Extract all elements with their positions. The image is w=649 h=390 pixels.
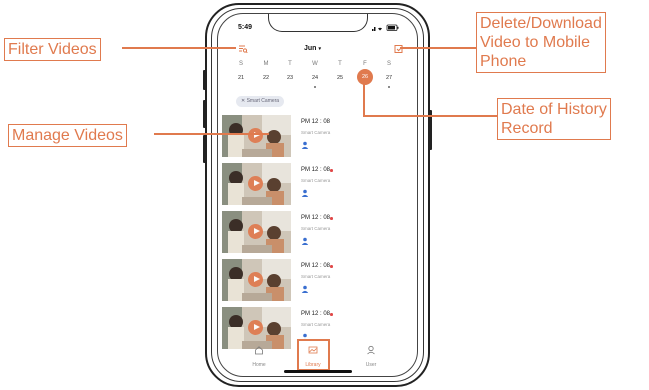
status-time: 5:49 <box>238 24 253 31</box>
record-camera-name: Smart Camera <box>301 226 331 231</box>
month-selector[interactable]: Jun ▾ <box>304 45 321 52</box>
video-thumbnail[interactable] <box>222 115 291 157</box>
weekday-label: F <box>363 61 367 67</box>
side-button <box>203 100 206 128</box>
filter-videos-icon[interactable] <box>238 44 248 54</box>
leader-line-manage <box>154 133 269 135</box>
calendar-day[interactable]: 24 <box>307 75 323 81</box>
video-list-item[interactable]: PM 12 : 08 Smart Camera <box>218 211 417 253</box>
weekday-label: S <box>238 61 243 67</box>
person-icon <box>301 237 309 245</box>
tab-library[interactable]: Library <box>288 342 338 368</box>
weekday-label: W <box>312 61 318 67</box>
leader-line-delete <box>400 47 476 49</box>
wifi-icon <box>378 27 382 31</box>
calendar-day[interactable]: 22 <box>258 75 274 81</box>
tab-home-label: Home <box>252 362 266 368</box>
person-icon <box>301 189 309 197</box>
video-thumbnail[interactable] <box>222 163 291 205</box>
tab-library-label: Library <box>305 362 321 368</box>
play-icon[interactable] <box>248 224 263 239</box>
unread-dot <box>330 169 333 172</box>
callout-delete-text-2: Video to Mobile <box>480 34 590 51</box>
video-list-item[interactable]: PM 12 : 08 Smart Camera <box>218 115 417 157</box>
battery-icon <box>386 24 399 31</box>
calendar-day[interactable]: 21 <box>233 75 249 81</box>
callout-date-text-2: Record <box>501 120 553 137</box>
person-icon <box>301 141 309 149</box>
callout-filter-text: Filter Videos <box>8 41 97 58</box>
unread-dot <box>330 217 333 220</box>
weekday-label: M <box>263 61 269 67</box>
record-camera-name: Smart Camera <box>301 178 331 183</box>
record-camera-name: Smart Camera <box>301 322 331 327</box>
chevron-down-icon: ▾ <box>318 46 321 52</box>
callout-delete-text-1: Delete/Download <box>480 15 602 32</box>
video-thumbnail[interactable] <box>222 259 291 301</box>
filter-chip[interactable]: ✕ Smart Camera <box>236 96 285 107</box>
record-time: PM 12 : 08 <box>301 263 331 269</box>
side-button <box>203 135 206 163</box>
signal-icon <box>372 27 376 31</box>
weekday-label: T <box>338 61 342 67</box>
tab-home[interactable]: Home <box>234 342 284 368</box>
weekday-label: T <box>288 61 292 67</box>
has-record-dot <box>388 86 390 88</box>
library-icon <box>308 346 318 354</box>
phone-screen: 5:49 Jun ▾ S M T W T F S 21 22 23 24 25 2… <box>217 13 418 377</box>
play-icon[interactable] <box>248 176 263 191</box>
home-indicator <box>284 370 352 373</box>
callout-manage-videos: Manage Videos <box>8 124 127 147</box>
play-icon[interactable] <box>248 320 263 335</box>
person-icon <box>301 285 309 293</box>
callout-history-date: Date of History Record <box>497 98 611 140</box>
user-icon <box>367 345 375 355</box>
calendar-day[interactable]: 27 <box>381 75 397 81</box>
unread-dot <box>330 265 333 268</box>
unread-dot <box>330 313 333 316</box>
calendar-day[interactable]: 25 <box>332 75 348 81</box>
weekday-label: S <box>386 61 391 67</box>
leader-line-date-vertical <box>363 82 365 116</box>
side-button <box>203 70 206 90</box>
video-thumbnail[interactable] <box>222 211 291 253</box>
tab-user-label: User <box>365 362 377 368</box>
leader-line-date-horizontal <box>363 115 497 117</box>
callout-delete-download: Delete/Download Video to Mobile Phone <box>476 12 606 73</box>
month-label: Jun <box>304 45 317 52</box>
record-camera-name: Smart Camera <box>301 130 331 135</box>
leader-line-filter <box>122 47 236 49</box>
play-icon[interactable] <box>248 272 263 287</box>
callout-date-text-1: Date of History <box>501 101 607 118</box>
has-record-dot <box>314 86 316 88</box>
status-icons <box>372 24 399 31</box>
select-edit-icon[interactable] <box>394 44 404 54</box>
callout-filter-videos: Filter Videos <box>4 38 101 61</box>
tab-user[interactable]: User <box>346 342 396 368</box>
record-time: PM 12 : 08 <box>301 119 331 125</box>
record-time: PM 12 : 08 <box>301 167 331 173</box>
callout-delete-text-3: Phone <box>480 53 527 70</box>
calendar-day[interactable]: 23 <box>282 75 298 81</box>
record-camera-name: Smart Camera <box>301 274 331 279</box>
calendar-day-selected[interactable]: 26 <box>357 69 373 85</box>
home-icon <box>255 346 263 355</box>
video-list-item[interactable]: PM 12 : 08 Smart Camera <box>218 259 417 301</box>
callout-manage-text: Manage Videos <box>12 127 123 144</box>
play-icon[interactable] <box>248 128 263 143</box>
record-time: PM 12 : 08 <box>301 215 331 221</box>
video-list-item[interactable]: PM 12 : 08 Smart Camera <box>218 163 417 205</box>
record-time: PM 12 : 08 <box>301 311 331 317</box>
notch <box>268 14 368 32</box>
